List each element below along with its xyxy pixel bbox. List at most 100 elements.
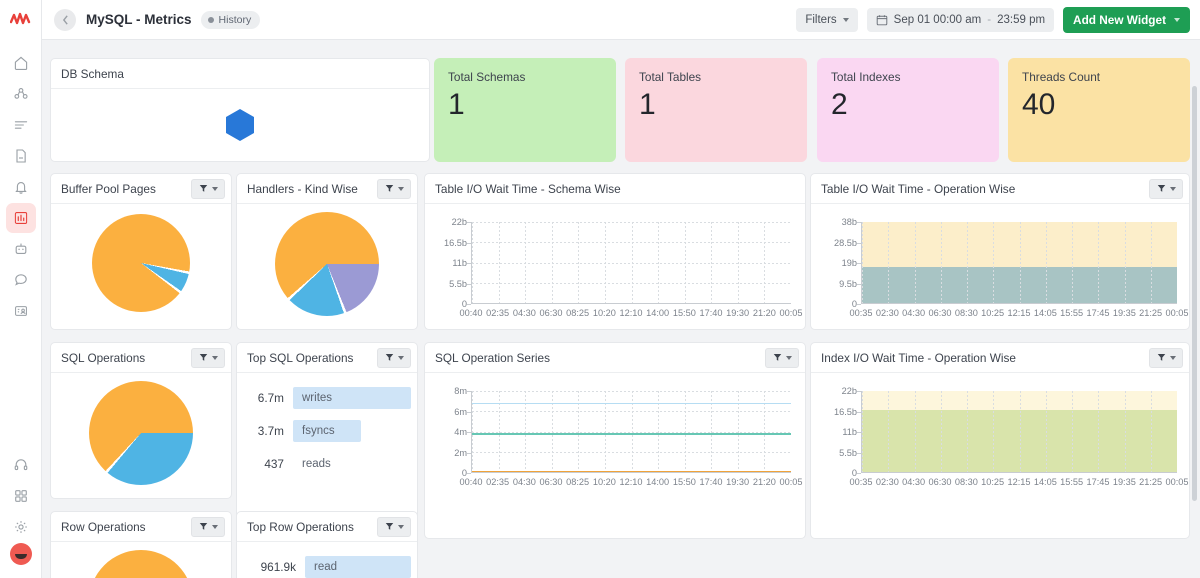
x-tick-label: 21:20 <box>752 308 776 318</box>
gridline-vertical <box>940 222 942 303</box>
filter-button[interactable] <box>1149 178 1183 199</box>
row-operations-pie-chart <box>51 550 231 578</box>
headset-icon <box>14 459 27 471</box>
x-tick-label: 17:45 <box>1086 308 1110 318</box>
x-tick-label: 10:25 <box>981 308 1005 318</box>
sidebar-item-users[interactable] <box>6 79 36 109</box>
filter-button[interactable] <box>1149 347 1183 368</box>
history-dot-icon <box>207 16 214 23</box>
y-tick-mark <box>857 304 861 305</box>
hexagon-node-icon <box>226 109 254 141</box>
x-tick-label: 06:30 <box>539 477 563 487</box>
sidebar-item-settings[interactable] <box>6 512 36 542</box>
x-tick-label: 19:35 <box>1112 477 1136 487</box>
chevron-down-icon <box>397 524 404 529</box>
widget-title: Top SQL Operations <box>247 350 354 365</box>
widget-title: DB Schema <box>61 66 124 81</box>
gridline-vertical <box>764 222 766 303</box>
bar-list-item[interactable]: 3.7m fsyncs <box>243 420 411 442</box>
filter-button[interactable] <box>191 347 225 368</box>
history-chip[interactable]: History <box>200 10 261 29</box>
document-icon <box>15 149 26 163</box>
x-tick-label: 17:40 <box>699 477 723 487</box>
gridline-vertical <box>888 222 890 303</box>
widget-index-io-wait-operation: Index I/O Wait Time - Operation Wise 22b… <box>810 342 1190 539</box>
add-new-widget-button[interactable]: Add New Widget <box>1063 6 1190 33</box>
x-tick-label: 06:30 <box>539 308 563 318</box>
funnel-icon <box>385 523 393 530</box>
funnel-icon <box>199 185 207 192</box>
filter-button[interactable] <box>377 178 411 199</box>
sidebar-item-chat[interactable] <box>6 265 36 295</box>
sidebar-item-alerts[interactable] <box>6 172 36 202</box>
bar-list-item[interactable]: 437 reads <box>243 453 411 475</box>
funnel-icon <box>199 354 207 361</box>
x-tick-label: 14:00 <box>646 477 670 487</box>
x-tick-mark <box>499 303 500 304</box>
funnel-icon <box>385 354 393 361</box>
vertical-scrollbar[interactable] <box>1192 86 1197 501</box>
filters-button[interactable]: Filters <box>796 7 858 32</box>
topbar: MySQL - Metrics History Filters Sep 01 0… <box>42 0 1200 40</box>
sidebar-item-apps[interactable] <box>6 481 36 511</box>
bar-label: fsyncs <box>293 420 361 442</box>
users-icon <box>13 88 28 99</box>
bar-list-item[interactable]: 961.9k read <box>243 556 411 578</box>
x-tick-label: 12:10 <box>619 477 643 487</box>
chevron-down-icon <box>211 186 218 191</box>
chevron-down-icon <box>842 17 849 22</box>
sql-operations-pie-chart <box>51 381 231 485</box>
y-tick-mark <box>467 283 471 285</box>
date-range-picker[interactable]: Sep 01 00:00 am - 23:59 pm <box>866 7 1055 32</box>
user-avatar[interactable] <box>9 543 32 565</box>
gridline-vertical <box>1072 222 1073 303</box>
x-tick-mark <box>1020 303 1021 304</box>
zigzag-logo-icon <box>9 12 30 25</box>
filter-button[interactable] <box>191 516 225 537</box>
filter-button[interactable] <box>377 516 411 537</box>
home-icon <box>14 56 27 70</box>
widget-header: Table I/O Wait Time - Operation Wise <box>811 174 1189 204</box>
x-tick-mark <box>472 472 473 473</box>
chevron-down-icon <box>785 355 792 360</box>
sidebar-item-support[interactable] <box>6 450 36 480</box>
widget-handlers-kind-wise: Handlers - Kind Wise <box>236 173 418 330</box>
y-tick-mark <box>467 242 471 244</box>
x-tick-label: 02:35 <box>486 308 510 318</box>
pie-slices <box>275 212 379 316</box>
x-tick-mark <box>862 472 863 473</box>
funnel-icon <box>199 523 207 530</box>
db-schema-graph <box>51 89 429 161</box>
back-button[interactable] <box>54 8 76 31</box>
app-logo[interactable] <box>9 11 32 32</box>
x-tick-label: 12:10 <box>619 308 643 318</box>
filter-button[interactable] <box>191 178 225 199</box>
funnel-icon <box>773 354 781 361</box>
funnel-icon <box>1157 354 1165 361</box>
sidebar-item-metrics[interactable] <box>5 203 36 233</box>
x-tick-mark <box>632 303 633 304</box>
widget-header: SQL Operation Series <box>425 343 805 373</box>
chart-plot-area: 22b 16.5b 11b 5.5b 0 00:35 02:30 04:30 06:3… <box>834 386 1189 487</box>
y-tick-mark <box>467 432 471 433</box>
sidebar-item-home[interactable] <box>6 48 36 78</box>
sidebar-item-bots[interactable] <box>6 234 36 264</box>
gridline-vertical <box>1150 391 1152 472</box>
x-tick-label: 06:30 <box>928 477 952 487</box>
x-tick-mark <box>1151 472 1152 473</box>
x-tick-label: 21:20 <box>752 477 776 487</box>
filter-button[interactable] <box>765 347 799 368</box>
bar-list-item[interactable]: 6.7m writes <box>243 387 411 409</box>
filter-button[interactable] <box>377 347 411 368</box>
sidebar-item-documents[interactable] <box>6 141 36 171</box>
widget-db-schema: DB Schema <box>50 58 430 162</box>
x-tick-label: 04:30 <box>902 308 926 318</box>
sidebar-item-logs[interactable] <box>6 110 36 140</box>
x-tick-label: 14:00 <box>646 308 670 318</box>
y-tick-mark <box>467 304 471 305</box>
x-tick-mark <box>1072 303 1073 304</box>
chevron-down-icon <box>211 355 218 360</box>
x-tick-mark <box>685 303 686 304</box>
widget-table-io-wait-operation: Table I/O Wait Time - Operation Wise 38b… <box>810 173 1190 330</box>
sidebar-item-contacts[interactable] <box>6 296 36 326</box>
